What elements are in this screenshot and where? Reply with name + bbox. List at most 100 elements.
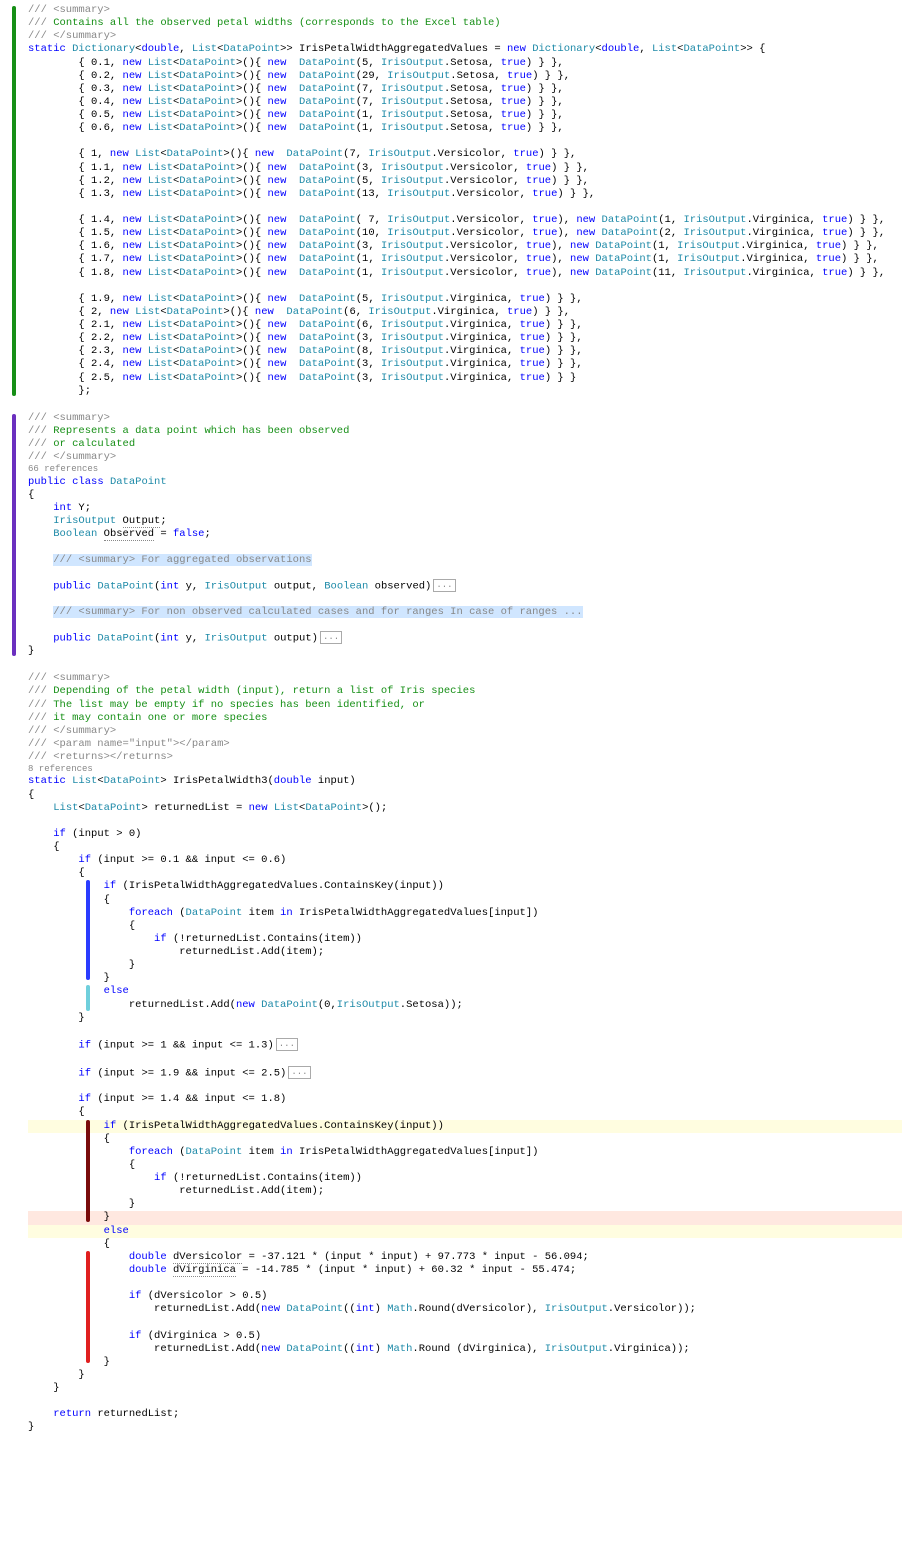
- doc-summary-close: /// </summary>: [28, 30, 116, 42]
- dict-row: { 2.4, new List<DataPoint>(){ new DataPo…: [28, 358, 902, 371]
- dict-mixed-rows: { 1.4, new List<DataPoint>(){ new DataPo…: [28, 214, 902, 280]
- highlight-bar-lightblue: [86, 985, 90, 1011]
- inner-block-red: double dVersicolor = -37.121 * (input * …: [28, 1251, 902, 1356]
- if-input-gt-0: if (input > 0): [28, 828, 902, 841]
- brace-open: {: [28, 1106, 902, 1119]
- dict-row: { 0.6, new List<DataPoint>(){ new DataPo…: [28, 122, 902, 135]
- if-range-versicolor: if (input >= 1 && input <= 1.3)...: [28, 1038, 902, 1053]
- dict-row: { 2.2, new List<DataPoint>(){ new DataPo…: [28, 332, 902, 345]
- dict-row: { 1.8, new List<DataPoint>(){ new DataPo…: [28, 267, 902, 280]
- dict-declaration: static Dictionary<double, List<DataPoint…: [28, 43, 902, 56]
- else-2: else: [28, 1225, 902, 1238]
- dict-row: { 2.3, new List<DataPoint>(){ new DataPo…: [28, 345, 902, 358]
- doc-summary-close: /// </summary>: [28, 451, 116, 463]
- brace-open: {: [28, 1159, 902, 1172]
- codelens-references[interactable]: [28, 567, 902, 578]
- doc-summary-open: /// <summary>: [28, 412, 110, 424]
- if-not-contains: if (!returnedList.Contains(item)): [28, 933, 902, 946]
- codelens-references[interactable]: 66 references: [28, 464, 902, 475]
- dict-row: { 0.4, new List<DataPoint>(){ new DataPo…: [28, 96, 902, 109]
- foreach-datapoint-2: foreach (DataPoint item in IrisPetalWidt…: [28, 1146, 902, 1159]
- if-range-virginica: if (input >= 1.9 && input <= 2.5)...: [28, 1066, 902, 1081]
- dict-row: { 2, new List<DataPoint>(){ new DataPoin…: [28, 306, 902, 319]
- doc-summary-open: /// <summary>: [28, 672, 110, 684]
- dict-row: { 0.5, new List<DataPoint>(){ new DataPo…: [28, 109, 902, 122]
- add-virginica: returnedList.Add(new DataPoint((int) Mat…: [28, 1343, 902, 1356]
- add-item-2: returnedList.Add(item);: [28, 1185, 902, 1198]
- class-declaration: public class DataPoint: [28, 476, 902, 489]
- brace-open: {: [28, 841, 902, 854]
- ctor2: public DataPoint(int y, IrisOutput outpu…: [28, 631, 902, 646]
- dict-row: { 1.2, new List<DataPoint>(){ new DataPo…: [28, 175, 902, 188]
- add-versicolor: returnedList.Add(new DataPoint((int) Mat…: [28, 1303, 902, 1316]
- add-setosa: returnedList.Add(new DataPoint(0,IrisOut…: [28, 999, 902, 1012]
- else: else: [28, 985, 902, 998]
- brace-close: }: [28, 1356, 902, 1369]
- inner-block-blue: if (IrisPetalWidthAggregatedValues.Conta…: [28, 880, 902, 985]
- brace-open: {: [28, 894, 902, 907]
- dict-row: { 1.9, new List<DataPoint>(){ new DataPo…: [28, 293, 902, 306]
- code-block-datapoint-class: /// <summary> /// Represents a data poin…: [8, 412, 902, 659]
- highlight-bar-red: [86, 1251, 90, 1363]
- fold-icon[interactable]: ...: [433, 579, 455, 592]
- brace-open: {: [28, 789, 902, 802]
- brace-open: {: [28, 867, 902, 880]
- fold-icon[interactable]: ...: [276, 1038, 298, 1051]
- dvirginica-decl: double dVirginica = -14.785 * (input * i…: [28, 1264, 902, 1277]
- if-not-contains-2: if (!returnedList.Contains(item)): [28, 1172, 902, 1185]
- if-dversicolor: if (dVersicolor > 0.5): [28, 1290, 902, 1303]
- brace-close: }: [28, 972, 902, 985]
- fold-icon[interactable]: ...: [320, 631, 342, 644]
- add-item: returnedList.Add(item);: [28, 946, 902, 959]
- dict-row: { 1.6, new List<DataPoint>(){ new DataPo…: [28, 240, 902, 253]
- fold-icon[interactable]: ...: [288, 1066, 310, 1079]
- brace-open: {: [28, 1238, 902, 1251]
- brace-close: }: [28, 1198, 902, 1211]
- brace-open: {: [28, 920, 902, 933]
- dict-row: { 0.2, new List<DataPoint>(){ new DataPo…: [28, 70, 902, 83]
- brace-close: }: [28, 1369, 902, 1382]
- dict-row: { 1.3, new List<DataPoint>(){ new DataPo…: [28, 188, 902, 201]
- code-block-dictionary: /// <summary> /// /// Contains all the o…: [8, 4, 902, 398]
- field-observed: Boolean Observed = false;: [28, 528, 902, 541]
- codelens-references[interactable]: [28, 619, 902, 630]
- brace-close: }: [28, 1382, 902, 1395]
- doc-ctor1: /// <summary> For aggregated observation…: [28, 554, 902, 567]
- code-block-function: /// <summary> /// Depending of the petal…: [8, 672, 902, 1434]
- dversicolor-decl: double dVersicolor = -37.121 * (input * …: [28, 1251, 902, 1264]
- dict-row: { 0.3, new List<DataPoint>(){ new DataPo…: [28, 83, 902, 96]
- dict-row: { 1.4, new List<DataPoint>(){ new DataPo…: [28, 214, 902, 227]
- brace-open: {: [28, 1133, 902, 1146]
- field-output: IrisOutput Output;: [28, 515, 902, 528]
- dict-row: { 2.5, new List<DataPoint>(){ new DataPo…: [28, 372, 902, 385]
- if-containskey: if (IrisPetalWidthAggregatedValues.Conta…: [28, 880, 902, 893]
- function-signature: static List<DataPoint> IrisPetalWidth3(d…: [28, 775, 902, 788]
- brace-close: }: [28, 959, 902, 972]
- doc-returns: /// <returns></returns>: [28, 751, 173, 763]
- returnedlist-decl: List<DataPoint> returnedList = new List<…: [28, 802, 902, 815]
- dict-row: { 1.7, new List<DataPoint>(){ new DataPo…: [28, 253, 902, 266]
- ctor1: public DataPoint(int y, IrisOutput outpu…: [28, 579, 902, 594]
- if-containskey-2: if (IrisPetalWidthAggregatedValues.Conta…: [28, 1120, 902, 1133]
- doc-summary-close: /// </summary>: [28, 725, 116, 737]
- if-range-mixed: if (input >= 1.4 && input <= 1.8): [28, 1093, 902, 1106]
- codelens-references[interactable]: 8 references: [28, 764, 902, 775]
- brace-open: {: [28, 489, 902, 502]
- return-statement: return returnedList;: [28, 1408, 902, 1421]
- foreach-datapoint: foreach (DataPoint item in IrisPetalWidt…: [28, 907, 902, 920]
- brace-close: }: [28, 1421, 902, 1434]
- doc-ctor2: /// <summary> For non observed calculate…: [28, 606, 902, 619]
- dict-row: { 0.1, new List<DataPoint>(){ new DataPo…: [28, 57, 902, 70]
- brace-close: }: [28, 1211, 902, 1224]
- highlight-bar-purple: [12, 414, 16, 657]
- dict-close: };: [28, 385, 902, 398]
- if-dvirginica: if (dVirginica > 0.5): [28, 1330, 902, 1343]
- dict-row: { 1, new List<DataPoint>(){ new DataPoin…: [28, 148, 902, 161]
- dict-versicolor-rows: { 1, new List<DataPoint>(){ new DataPoin…: [28, 148, 902, 201]
- inner-block-darkred: if (IrisPetalWidthAggregatedValues.Conta…: [28, 1120, 902, 1225]
- dict-setosa-rows: { 0.1, new List<DataPoint>(){ new DataPo…: [28, 57, 902, 136]
- doc-summary-open: /// <summary>: [28, 4, 110, 16]
- if-range-setosa: if (input >= 0.1 && input <= 0.6): [28, 854, 902, 867]
- highlight-bar-green: [12, 6, 16, 396]
- highlight-bar-blue: [86, 880, 90, 980]
